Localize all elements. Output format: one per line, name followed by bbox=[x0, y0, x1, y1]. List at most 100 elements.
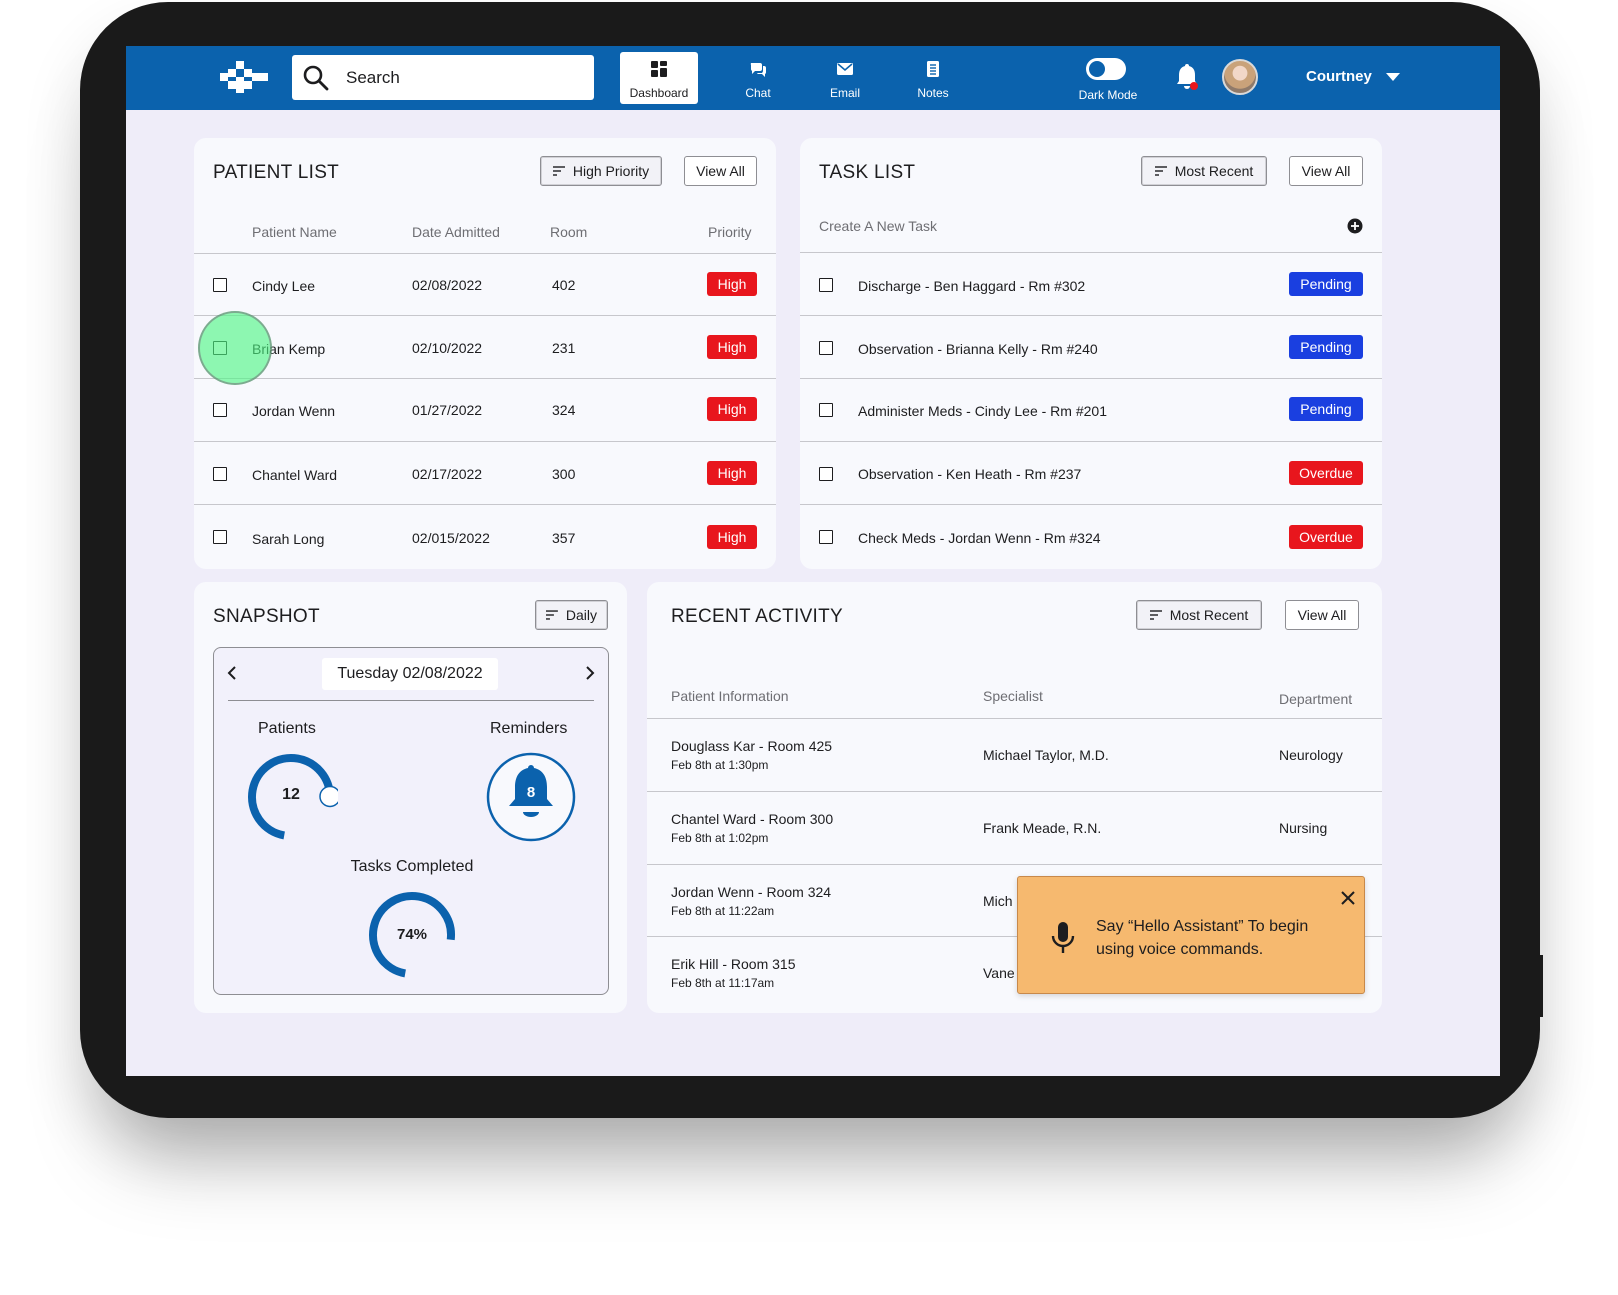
date-admitted: 02/17/2022 bbox=[412, 466, 483, 482]
chevron-left-icon[interactable] bbox=[226, 665, 238, 681]
app-screen: Dashboard Chat Email Notes bbox=[126, 46, 1500, 1076]
nav-notes[interactable]: Notes bbox=[894, 52, 972, 104]
column-header-priority: Priority bbox=[708, 224, 752, 240]
patient-checkbox[interactable] bbox=[213, 278, 227, 292]
status-badge: Overdue bbox=[1289, 461, 1363, 485]
task-checkbox[interactable] bbox=[819, 467, 833, 481]
task-checkbox[interactable] bbox=[819, 341, 833, 355]
user-name: Courtney bbox=[1306, 68, 1372, 85]
microphone-icon[interactable] bbox=[1050, 921, 1076, 955]
activity-specialist: Michael Taylor, M.D. bbox=[983, 747, 1109, 763]
activity-most-recent-filter-button[interactable]: Most Recent bbox=[1136, 600, 1262, 630]
search-bar[interactable] bbox=[292, 55, 594, 100]
room-number: 357 bbox=[552, 530, 576, 546]
nav-chat[interactable]: Chat bbox=[719, 52, 797, 104]
patient-name: Sarah Long bbox=[252, 531, 325, 547]
filter-label: Daily bbox=[565, 607, 597, 623]
row-divider bbox=[800, 378, 1382, 379]
filter-icon bbox=[546, 610, 558, 620]
room-number: 324 bbox=[552, 402, 576, 418]
date-admitted: 02/10/2022 bbox=[412, 340, 483, 356]
side-button bbox=[1538, 955, 1543, 1017]
row-divider bbox=[194, 441, 776, 442]
status-badge: Pending bbox=[1289, 335, 1363, 359]
filter-icon bbox=[1149, 610, 1162, 620]
snapshot-card: SNAPSHOT Daily Tuesday 02/08/2022 Patien… bbox=[194, 582, 627, 1013]
nav-label: Email bbox=[829, 86, 860, 100]
patient-checkbox[interactable] bbox=[213, 467, 227, 481]
daily-filter-button[interactable]: Daily bbox=[535, 600, 608, 630]
email-icon bbox=[837, 63, 853, 75]
patient-checkbox[interactable] bbox=[213, 403, 227, 417]
status-badge: Pending bbox=[1289, 272, 1363, 296]
activity-view-all-button[interactable]: View All bbox=[1285, 600, 1359, 630]
task-checkbox[interactable] bbox=[819, 530, 833, 544]
task-view-all-button[interactable]: View All bbox=[1289, 156, 1363, 186]
priority-badge: High bbox=[707, 272, 757, 296]
priority-badge: High bbox=[707, 461, 757, 485]
tasks-completed-label: Tasks Completed bbox=[350, 858, 474, 875]
snapshot-title: SNAPSHOT bbox=[213, 606, 320, 627]
chevron-right-icon[interactable] bbox=[584, 665, 596, 681]
status-badge: Pending bbox=[1289, 397, 1363, 421]
notes-icon bbox=[927, 61, 939, 77]
nav-label: Notes bbox=[917, 86, 949, 100]
row-divider bbox=[800, 315, 1382, 316]
activity-patient: Erik Hill - Room 315 bbox=[671, 956, 796, 972]
reminders-count: 8 bbox=[526, 784, 536, 801]
row-divider bbox=[647, 718, 1382, 719]
view-all-label: View All bbox=[1297, 607, 1347, 623]
high-priority-filter-button[interactable]: High Priority bbox=[540, 156, 662, 186]
nav-dashboard[interactable]: Dashboard bbox=[620, 52, 698, 104]
user-avatar[interactable] bbox=[1222, 59, 1258, 95]
date-admitted: 02/08/2022 bbox=[412, 277, 483, 293]
caret-down-icon bbox=[1385, 72, 1400, 81]
filter-label: Most Recent bbox=[1174, 163, 1254, 179]
filter-icon bbox=[1154, 166, 1167, 176]
date-admitted: 02/015/2022 bbox=[412, 530, 490, 546]
row-divider bbox=[194, 378, 776, 379]
activity-time: Feb 8th at 1:30pm bbox=[671, 758, 769, 772]
activity-department: Nursing bbox=[1279, 820, 1328, 836]
nav-email[interactable]: Email bbox=[806, 52, 884, 104]
patient-list-title: PATIENT LIST bbox=[213, 162, 340, 183]
user-menu[interactable]: Courtney bbox=[1306, 68, 1400, 85]
task-description: Administer Meds - Cindy Lee - Rm #201 bbox=[858, 403, 1107, 419]
search-input[interactable] bbox=[346, 67, 566, 88]
activity-time: Feb 8th at 11:17am bbox=[671, 976, 775, 990]
touch-indicator bbox=[198, 311, 272, 385]
most-recent-filter-button[interactable]: Most Recent bbox=[1141, 156, 1267, 186]
activity-specialist: Frank Meade, R.N. bbox=[983, 820, 1102, 836]
recent-activity-title: RECENT ACTIVITY bbox=[671, 606, 844, 627]
task-description: Check Meds - Jordan Wenn - Rm #324 bbox=[858, 530, 1101, 546]
patient-view-all-button[interactable]: View All bbox=[684, 156, 757, 186]
dark-mode-toggle[interactable] bbox=[1086, 58, 1126, 80]
room-number: 300 bbox=[552, 466, 576, 482]
task-list-title: TASK LIST bbox=[819, 162, 916, 183]
dashboard-icon bbox=[651, 61, 667, 77]
chat-icon bbox=[750, 63, 767, 77]
task-checkbox[interactable] bbox=[819, 278, 833, 292]
patient-checkbox[interactable] bbox=[213, 530, 227, 544]
patient-name: Chantel Ward bbox=[252, 467, 338, 483]
toast-message: Say “Hello Assistant” To begin using voi… bbox=[1096, 918, 1309, 958]
notifications-bell-icon[interactable] bbox=[1174, 63, 1200, 93]
task-checkbox[interactable] bbox=[819, 403, 833, 417]
column-header-room: Room bbox=[550, 224, 588, 240]
close-icon[interactable] bbox=[1340, 890, 1356, 906]
top-nav-bar: Dashboard Chat Email Notes bbox=[126, 46, 1500, 110]
date-admitted: 01/27/2022 bbox=[412, 402, 483, 418]
create-task-label[interactable]: Create A New Task bbox=[819, 218, 937, 234]
row-divider bbox=[194, 504, 776, 505]
row-divider bbox=[647, 864, 1382, 865]
column-header-date-admitted: Date Admitted bbox=[412, 224, 500, 240]
snapshot-date: Tuesday 02/08/2022 bbox=[322, 658, 498, 690]
row-divider bbox=[647, 791, 1382, 792]
add-task-icon[interactable] bbox=[1347, 218, 1363, 234]
activity-patient: Chantel Ward - Room 300 bbox=[671, 811, 834, 827]
status-badge: Overdue bbox=[1289, 525, 1363, 549]
task-description: Observation - Ken Heath - Rm #237 bbox=[858, 466, 1082, 482]
tasks-completed-value: 74% bbox=[396, 926, 428, 943]
patient-list-card: PATIENT LIST High Priority View All Pati… bbox=[194, 138, 776, 569]
task-description: Discharge - Ben Haggard - Rm #302 bbox=[858, 278, 1086, 294]
